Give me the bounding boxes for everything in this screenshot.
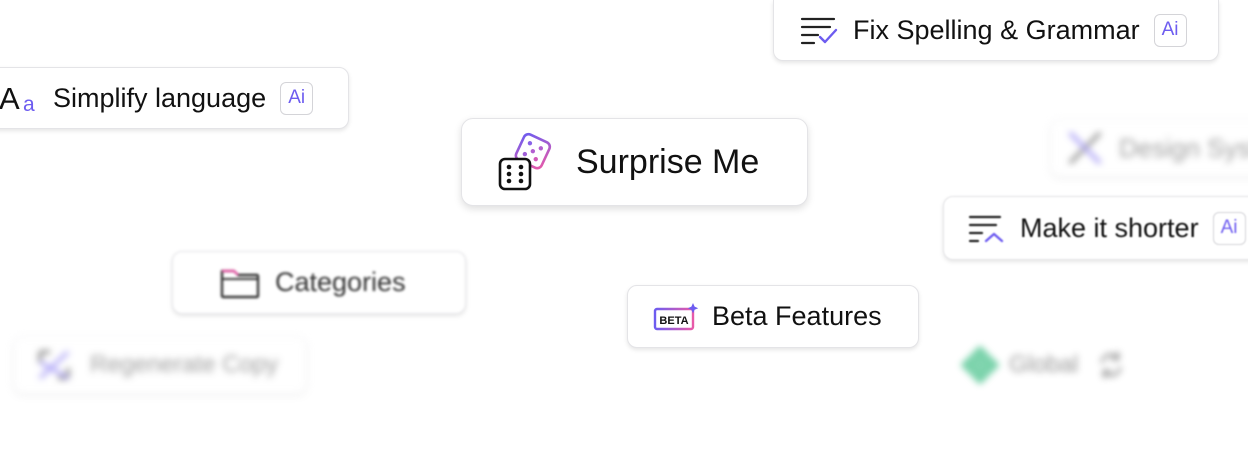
simplify-language-label: Simplify language [53, 82, 267, 113]
folder-icon [219, 266, 261, 300]
regenerate-copy-chip[interactable]: Regenerate Copy [13, 336, 307, 394]
make-it-shorter-label: Make it shorter [1020, 212, 1199, 243]
fix-spelling-grammar-label: Fix Spelling & Grammar [853, 14, 1140, 45]
svg-text:a: a [23, 93, 35, 115]
design-system-label: Design System [1119, 132, 1248, 163]
beta-features-label: Beta Features [712, 301, 882, 331]
ai-badge: Ai [280, 81, 314, 115]
design-system-chip[interactable]: Design System [1050, 119, 1248, 177]
global-label: Global [1009, 351, 1079, 378]
beta-features-chip[interactable]: BETA Beta Features [627, 285, 919, 348]
feature-chip-cloud: A a Simplify language Ai Fix Spelling & … [0, 0, 1248, 462]
surprise-me-chip[interactable]: Surprise Me [461, 118, 808, 206]
dice-icon [496, 131, 554, 193]
design-tools-icon [1065, 128, 1105, 168]
regenerate-icon [34, 346, 74, 384]
fix-spelling-grammar-chip[interactable]: Fix Spelling & Grammar Ai [773, 0, 1219, 61]
global-diamond-icon [961, 346, 999, 384]
global-chip[interactable]: Global [940, 336, 1160, 394]
simplify-language-chip[interactable]: A a Simplify language Ai [0, 67, 349, 129]
lines-shorten-icon [968, 213, 1006, 243]
regenerate-copy-label: Regenerate Copy [90, 351, 279, 378]
sync-icon [1096, 350, 1126, 380]
ai-badge: Ai [1153, 13, 1187, 47]
categories-chip[interactable]: Categories [172, 251, 466, 314]
surprise-me-label: Surprise Me [576, 142, 760, 181]
svg-text:A: A [0, 81, 20, 115]
make-it-shorter-chip[interactable]: Make it shorter Ai [943, 196, 1248, 260]
beta-badge-icon: BETA [653, 302, 699, 332]
categories-label: Categories [275, 267, 406, 297]
svg-text:BETA: BETA [659, 315, 688, 327]
ai-badge: Ai [1212, 211, 1246, 245]
text-size-icon: A a [0, 81, 43, 115]
lines-check-icon [800, 15, 840, 45]
